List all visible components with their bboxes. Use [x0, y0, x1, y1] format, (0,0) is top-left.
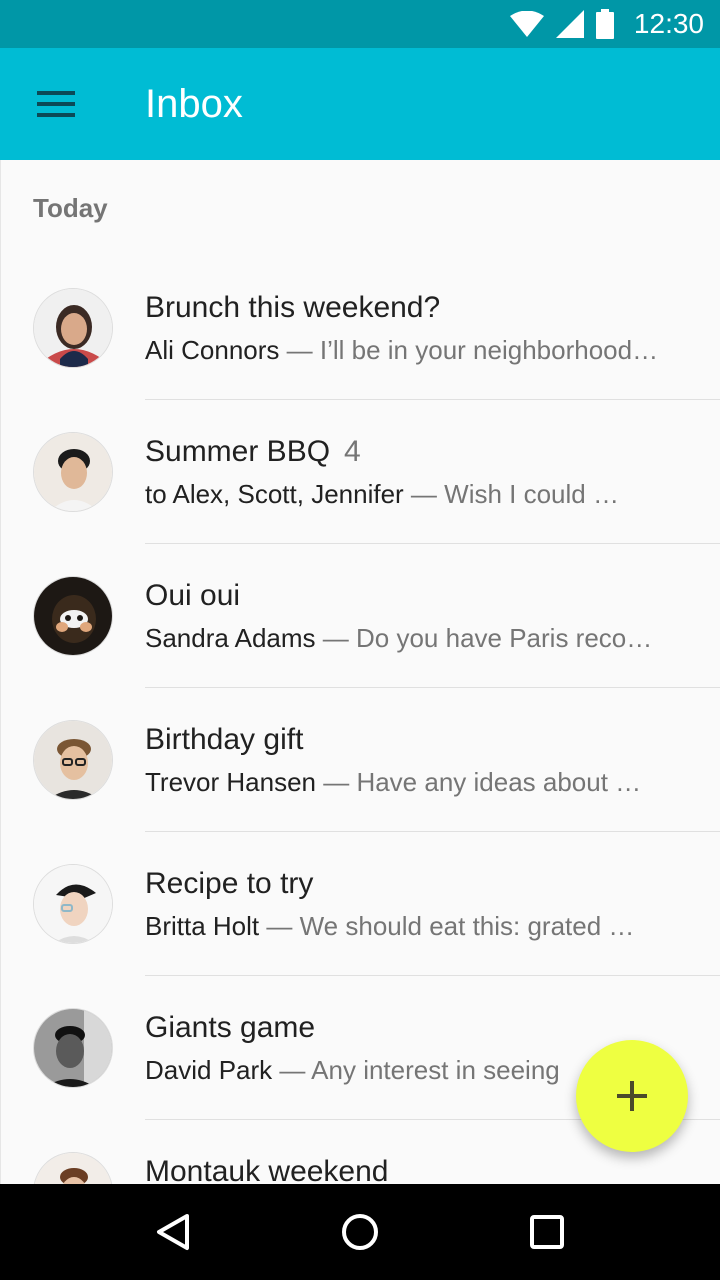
email-item[interactable]: Recipe to try Britta Holt — We should ea…: [1, 832, 720, 976]
email-subject: Oui oui: [145, 579, 241, 612]
email-preview: — Any interest in seeing: [272, 1055, 560, 1085]
email-subject: Giants game: [145, 1011, 316, 1044]
email-item[interactable]: Brunch this weekend? Ali Connors — I’ll …: [1, 256, 720, 400]
email-sender: Britta Holt: [145, 911, 260, 941]
inbox-content: Today Brunch this weekend? Ali Connors —…: [0, 160, 720, 1184]
avatar: [33, 720, 113, 800]
email-sender: Trevor Hansen: [145, 767, 316, 797]
email-item[interactable]: Birthday gift Trevor Hansen — Have any i…: [1, 688, 720, 832]
avatar: [33, 1008, 113, 1088]
email-subject: Summer BBQ: [145, 435, 331, 468]
system-nav-bar: [0, 1184, 720, 1280]
menu-button[interactable]: [0, 48, 112, 160]
email-preview: — Do you have Paris reco…: [315, 623, 653, 653]
avatar: [33, 1152, 113, 1184]
email-sender: to Alex, Scott, Jennifer: [145, 479, 404, 509]
avatar: [33, 432, 113, 512]
email-sender: Sandra Adams: [145, 623, 316, 653]
email-subject: Recipe to try: [145, 867, 314, 900]
email-preview: — I’ll be in your neighborhood…: [279, 335, 659, 365]
status-bar: 12:30: [0, 0, 720, 48]
email-sender: David Park: [145, 1055, 273, 1085]
email-item[interactable]: Summer BBQ 4 to Alex, Scott, Jennifer — W…: [1, 400, 720, 544]
wifi-icon: [509, 11, 544, 37]
plus-icon: [617, 1081, 647, 1111]
avatar: [33, 864, 113, 944]
email-preview: — Have any ideas about …: [316, 767, 642, 797]
back-icon: [157, 1214, 190, 1250]
email-subject: Birthday gift: [145, 723, 304, 756]
thread-count: 4: [344, 435, 361, 468]
email-preview: — Wish I could …: [403, 479, 619, 509]
email-subject: Brunch this weekend?: [145, 291, 441, 324]
email-sender: Ali Connors: [145, 335, 280, 365]
clock: 12:30: [633, 8, 704, 39]
page-title: Inbox: [145, 81, 243, 126]
home-button[interactable]: [312, 1184, 408, 1280]
home-icon: [341, 1214, 378, 1250]
recents-button[interactable]: [499, 1184, 595, 1280]
compose-button[interactable]: [576, 1040, 688, 1152]
back-button[interactable]: [125, 1184, 221, 1280]
app-bar: Inbox: [0, 48, 720, 160]
recents-icon: [529, 1215, 564, 1249]
email-preview: — We should eat this: grated …: [259, 911, 635, 941]
battery-icon: [595, 9, 614, 39]
menu-icon: [37, 91, 75, 117]
subheader-today: Today: [33, 192, 108, 223]
avatar: [33, 288, 113, 368]
email-subject: Montauk weekend: [145, 1155, 389, 1184]
cell-signal-icon: [555, 10, 584, 38]
avatar: [33, 576, 113, 656]
email-item[interactable]: Oui oui Sandra Adams — Do you have Paris…: [1, 544, 720, 688]
